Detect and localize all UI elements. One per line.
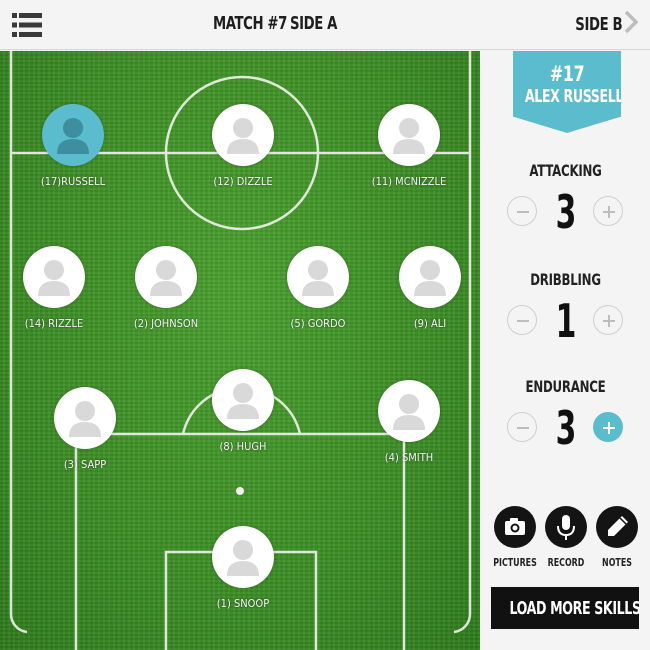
decrement-button[interactable] bbox=[507, 196, 537, 226]
selected-player-banner: #17 ALEX RUSSELL bbox=[513, 51, 621, 133]
skill-value: 1 bbox=[555, 294, 577, 348]
record-button[interactable]: RECORD bbox=[542, 506, 590, 569]
skill-endurance: ENDURANCE 3 bbox=[481, 377, 650, 456]
player-token[interactable]: (8) HUGH bbox=[193, 369, 293, 453]
plus-icon bbox=[603, 315, 615, 327]
player-name: (9) ALI bbox=[413, 317, 447, 330]
avatar-icon bbox=[212, 369, 274, 431]
skill-label: ATTACKING bbox=[529, 161, 602, 180]
player-name: (1) SNOOP bbox=[216, 597, 270, 610]
player-token[interactable]: (12) DIZZLE bbox=[193, 104, 293, 188]
player-token[interactable]: (2) JOHNSON bbox=[116, 246, 216, 330]
load-more-skills-button[interactable]: LOAD MORE SKILLS bbox=[491, 587, 641, 629]
top-bar: MATCH #7 SIDE A SIDE B bbox=[0, 0, 650, 50]
skill-label: DRIBBLING bbox=[530, 270, 601, 289]
avatar-icon bbox=[399, 246, 461, 308]
skill-value: 3 bbox=[555, 401, 577, 455]
player-token[interactable]: (4) SMITH bbox=[359, 380, 459, 464]
load-more-label: LOAD MORE SKILLS bbox=[509, 597, 641, 619]
avatar-icon bbox=[378, 104, 440, 166]
decrement-button[interactable] bbox=[507, 412, 537, 442]
selected-player-number: #17 bbox=[549, 62, 585, 86]
skill-attacking: ATTACKING 3 bbox=[481, 161, 650, 240]
tool-label: RECORD bbox=[547, 556, 585, 569]
skill-label: ENDURANCE bbox=[525, 377, 606, 396]
player-token[interactable]: (9) ALI bbox=[380, 246, 480, 330]
microphone-icon bbox=[545, 506, 587, 548]
menu-icon[interactable] bbox=[12, 12, 42, 38]
increment-button[interactable] bbox=[593, 305, 623, 335]
side-a-tab[interactable]: SIDE A bbox=[290, 13, 337, 34]
side-b-label: SIDE B bbox=[575, 13, 622, 35]
camera-icon bbox=[494, 506, 536, 548]
avatar-icon bbox=[287, 246, 349, 308]
player-name: (8) HUGH bbox=[219, 440, 267, 453]
avatar-icon bbox=[378, 380, 440, 442]
player-name: (17)RUSSELL bbox=[40, 175, 106, 188]
player-token[interactable]: (14) RIZZLE bbox=[4, 246, 104, 330]
chevron-right-icon bbox=[624, 10, 639, 38]
avatar-icon bbox=[212, 104, 274, 166]
avatar-icon bbox=[23, 246, 85, 308]
player-name: (5) GORDO bbox=[290, 317, 346, 330]
minus-icon bbox=[517, 320, 529, 322]
match-title: MATCH #7 bbox=[213, 13, 287, 34]
player-name: (11) MCNIZZLE bbox=[371, 175, 447, 188]
avatar-icon bbox=[54, 387, 116, 449]
minus-icon bbox=[517, 427, 529, 429]
minus-icon bbox=[517, 211, 529, 213]
player-token[interactable]: (17)RUSSELL bbox=[23, 104, 123, 188]
increment-button[interactable] bbox=[593, 196, 623, 226]
avatar-icon bbox=[42, 104, 104, 166]
skill-dribbling: DRIBBLING 1 bbox=[481, 270, 650, 349]
player-name: (4) SMITH bbox=[384, 451, 434, 464]
selected-player-name: ALEX RUSSELL bbox=[524, 86, 624, 107]
increment-button[interactable] bbox=[593, 412, 623, 442]
player-name: (14) RIZZLE bbox=[24, 317, 84, 330]
pictures-button[interactable]: PICTURES bbox=[491, 506, 539, 569]
tool-label: NOTES bbox=[602, 556, 632, 569]
player-name: (12) DIZZLE bbox=[213, 175, 273, 188]
player-token[interactable]: (1) SNOOP bbox=[193, 526, 293, 610]
player-token[interactable]: (5) GORDO bbox=[268, 246, 368, 330]
player-token[interactable]: (3) SAPP bbox=[35, 387, 135, 471]
player-token[interactable]: (11) MCNIZZLE bbox=[359, 104, 459, 188]
avatar-icon bbox=[135, 246, 197, 308]
tool-label: PICTURES bbox=[493, 556, 537, 569]
plus-icon bbox=[603, 422, 615, 434]
decrement-button[interactable] bbox=[507, 305, 537, 335]
player-name: (2) JOHNSON bbox=[133, 317, 199, 330]
side-b-button[interactable]: SIDE B bbox=[565, 10, 639, 38]
skill-value: 3 bbox=[555, 185, 577, 239]
pencil-icon bbox=[596, 506, 638, 548]
player-name: (3) SAPP bbox=[63, 458, 107, 471]
avatar-icon bbox=[212, 526, 274, 588]
notes-button[interactable]: NOTES bbox=[593, 506, 641, 569]
plus-icon bbox=[603, 206, 615, 218]
